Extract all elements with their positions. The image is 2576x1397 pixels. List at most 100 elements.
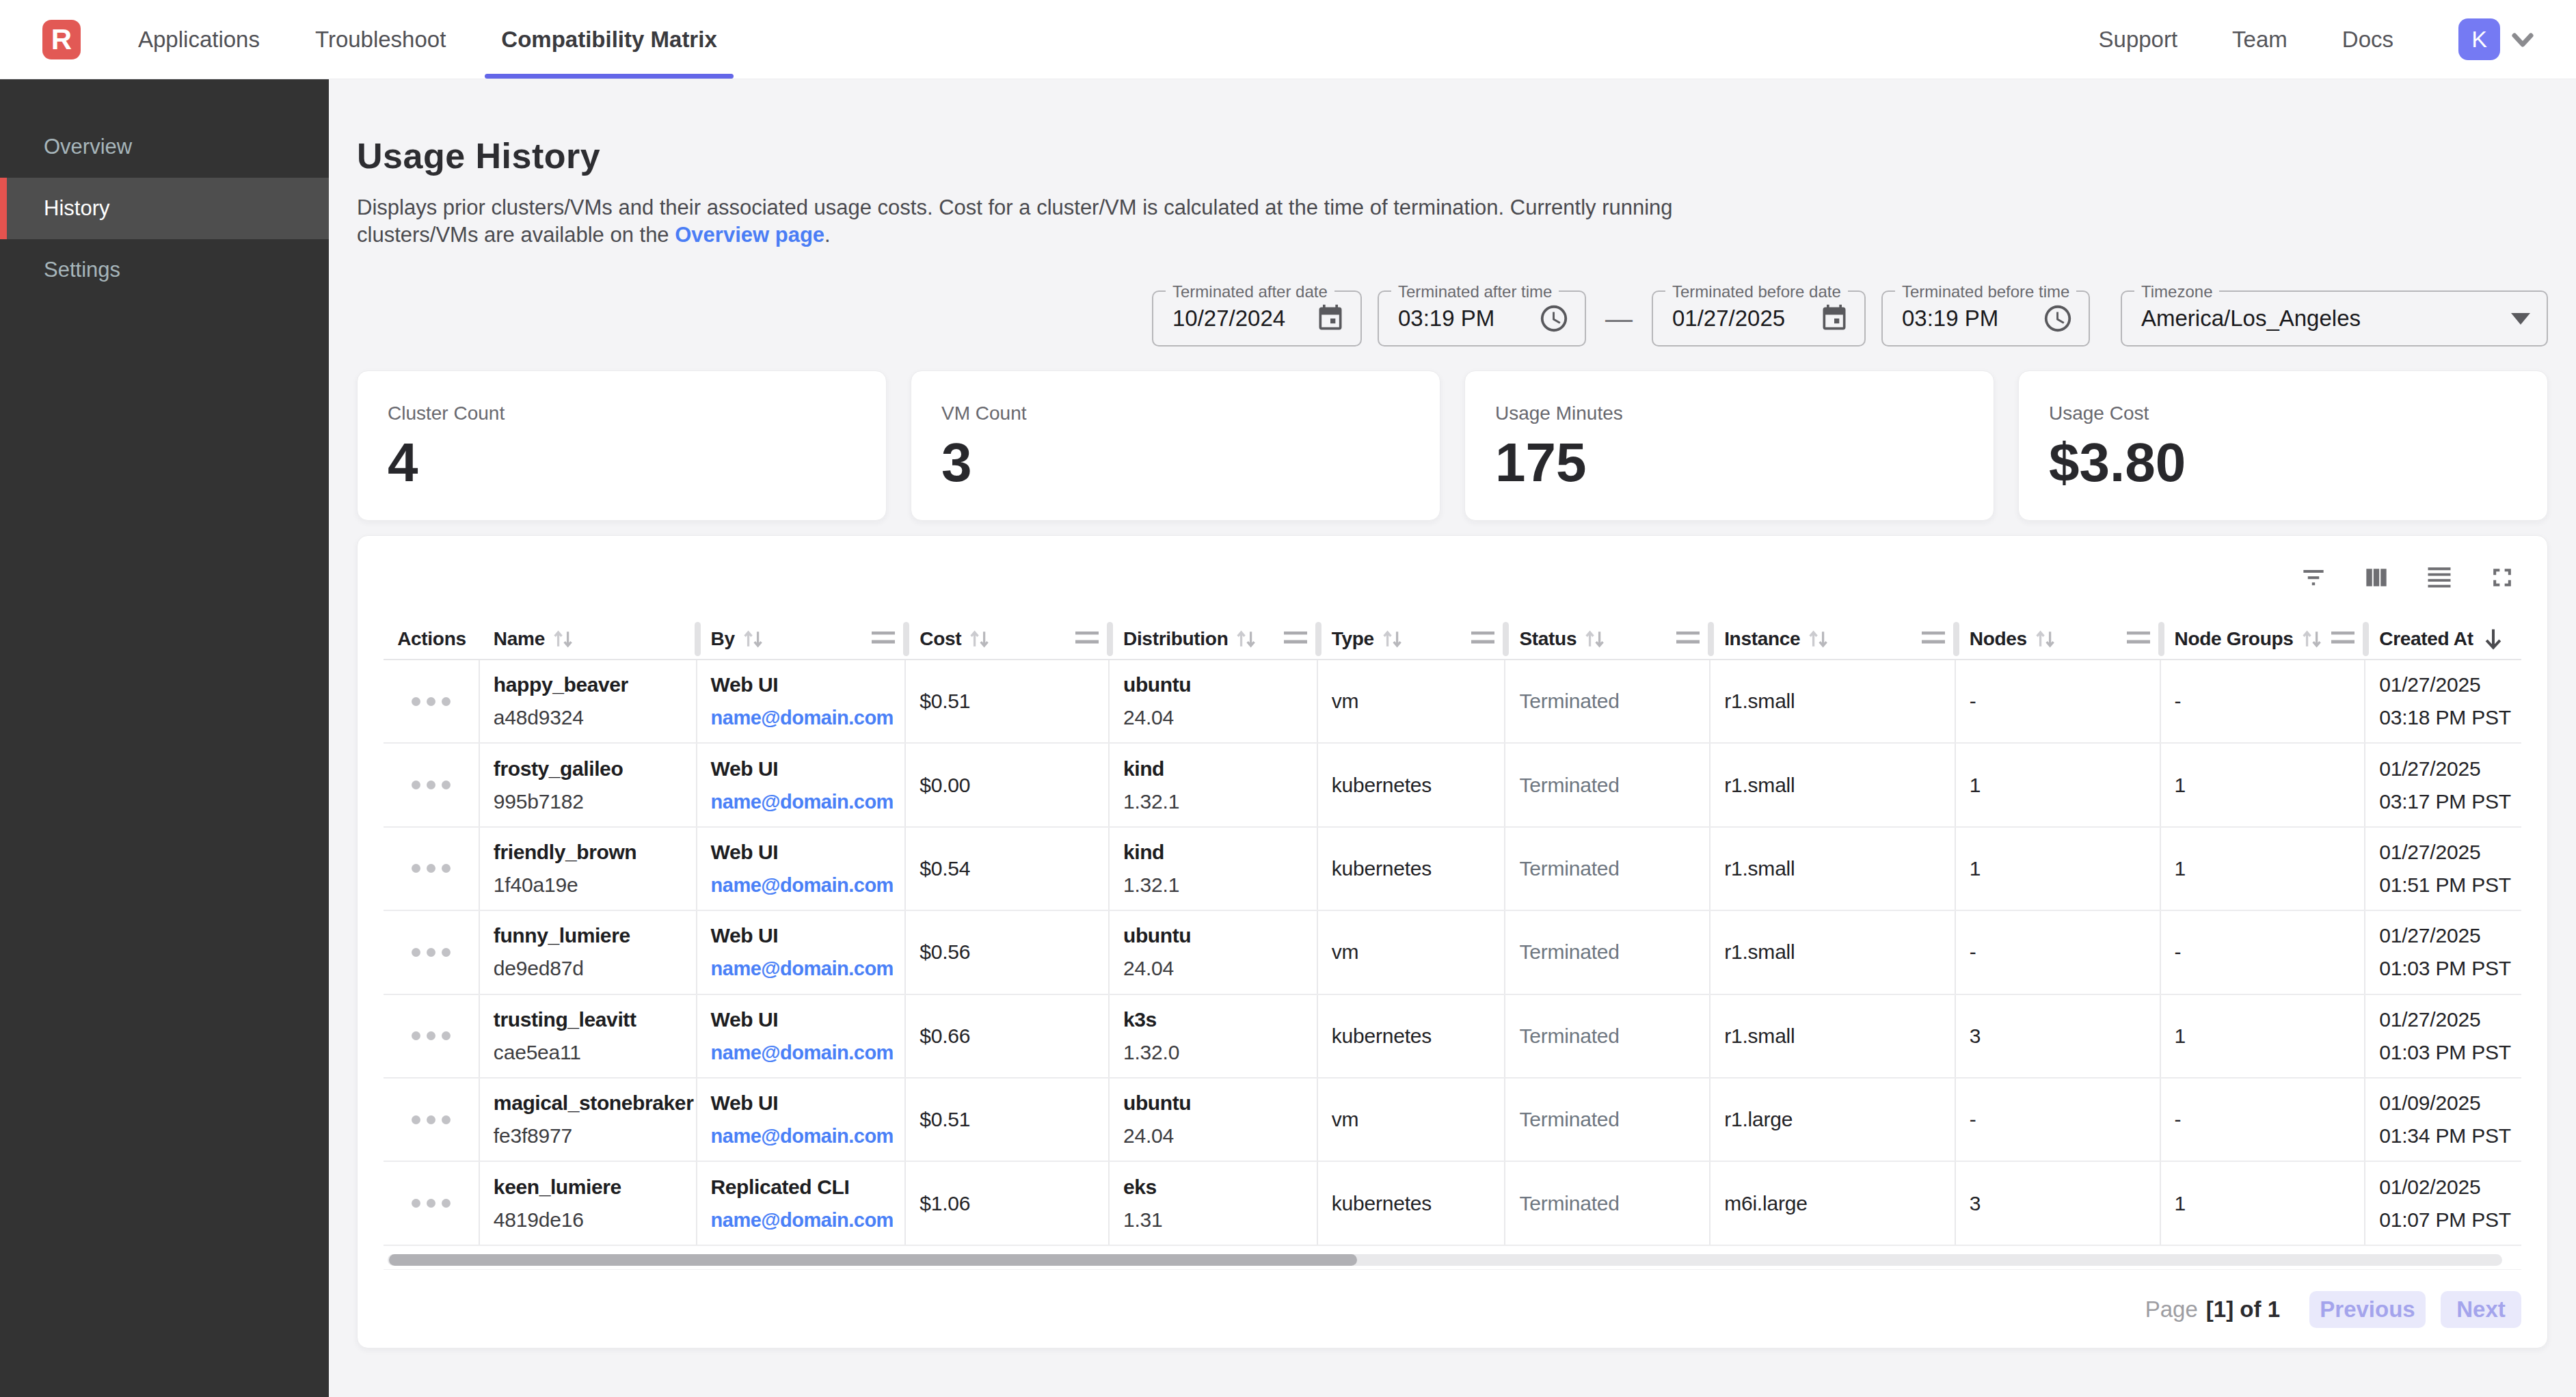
terminated-after-date-field[interactable]: Terminated after date 10/27/2024 xyxy=(1152,290,1362,347)
created-by-email-link[interactable]: name@domain.com xyxy=(711,1120,905,1152)
column-menu-icon[interactable] xyxy=(2331,632,2354,647)
terminated-before-time-value[interactable]: 03:19 PM xyxy=(1883,306,1998,331)
column-separator[interactable] xyxy=(1503,622,1509,656)
filter-icon[interactable] xyxy=(2297,561,2330,594)
sort-icon[interactable] xyxy=(1380,625,1406,653)
terminated-after-time-value[interactable]: 03:19 PM xyxy=(1379,306,1494,331)
terminated-before-date-field[interactable]: Terminated before date 01/27/2025 xyxy=(1652,290,1866,347)
columns-icon[interactable] xyxy=(2360,561,2393,594)
horizontal-scrollbar-track[interactable] xyxy=(388,1254,2502,1266)
terminated-after-date-value[interactable]: 10/27/2024 xyxy=(1153,306,1285,331)
cluster-id: 4819de16 xyxy=(494,1204,696,1236)
column-header-cost[interactable]: Cost xyxy=(906,619,1110,659)
calendar-icon[interactable] xyxy=(1819,303,1849,334)
row-actions-menu-icon[interactable] xyxy=(412,781,451,789)
column-separator[interactable] xyxy=(1708,622,1714,656)
clock-icon[interactable] xyxy=(1538,303,1570,334)
column-header-instance[interactable]: Instance xyxy=(1710,619,1956,659)
column-separator[interactable] xyxy=(695,622,701,656)
sort-icon[interactable] xyxy=(2032,625,2058,653)
column-header-distribution[interactable]: Distribution xyxy=(1110,619,1318,659)
fullscreen-icon[interactable] xyxy=(2486,561,2519,594)
column-header-by[interactable]: By xyxy=(697,619,907,659)
timezone-label: Timezone xyxy=(2134,282,2219,301)
sidebar-item-settings[interactable]: Settings xyxy=(0,239,329,301)
nav-link-team[interactable]: Team xyxy=(2232,27,2287,53)
sort-icon[interactable] xyxy=(1582,625,1608,653)
created-by-email-link[interactable]: name@domain.com xyxy=(711,785,905,818)
nav-tab-troubleshoot[interactable]: Troubleshoot xyxy=(299,0,462,79)
sort-icon[interactable] xyxy=(967,625,993,653)
cell-status: Terminated xyxy=(1505,995,1710,1077)
column-header-actions[interactable]: Actions xyxy=(384,619,480,659)
chevron-down-icon[interactable] xyxy=(2509,26,2536,53)
sort-icon[interactable] xyxy=(1806,625,1832,653)
column-header-label: Cost xyxy=(920,628,961,650)
created-by-email-link[interactable]: name@domain.com xyxy=(711,701,905,734)
column-menu-icon[interactable] xyxy=(1922,632,1945,647)
column-separator[interactable] xyxy=(1953,622,1959,656)
nav-tab-compatibility-matrix[interactable]: Compatibility Matrix xyxy=(485,0,733,79)
row-actions-menu-icon[interactable] xyxy=(412,864,451,873)
timezone-value[interactable]: America/Los_Angeles xyxy=(2122,306,2361,331)
terminated-before-time-field[interactable]: Terminated before time 03:19 PM xyxy=(1881,290,2090,347)
column-menu-icon[interactable] xyxy=(872,632,895,647)
row-actions-menu-icon[interactable] xyxy=(412,697,451,706)
created-by-email-link[interactable]: name@domain.com xyxy=(711,869,905,901)
column-header-name[interactable]: Name xyxy=(480,619,697,659)
nav-link-docs[interactable]: Docs xyxy=(2342,27,2393,53)
row-actions-menu-icon[interactable] xyxy=(412,1115,451,1124)
column-header-nodes[interactable]: Nodes xyxy=(1956,619,2161,659)
sort-icon[interactable] xyxy=(2299,625,2325,653)
created-by-email-link[interactable]: name@domain.com xyxy=(711,1204,905,1236)
created-by-email-link[interactable]: name@domain.com xyxy=(711,1036,905,1069)
density-icon[interactable] xyxy=(2423,561,2456,594)
column-menu-icon[interactable] xyxy=(1676,632,1700,647)
column-header-type[interactable]: Type xyxy=(1318,619,1506,659)
row-actions-menu-icon[interactable] xyxy=(412,1031,451,1040)
column-header-status[interactable]: Status xyxy=(1505,619,1710,659)
row-actions-menu-icon[interactable] xyxy=(412,948,451,957)
previous-page-button[interactable]: Previous xyxy=(2309,1291,2426,1328)
column-menu-icon[interactable] xyxy=(1075,632,1099,647)
column-menu-icon[interactable] xyxy=(1284,632,1307,647)
replicated-logo[interactable]: R xyxy=(42,20,81,59)
timezone-select[interactable]: Timezone America/Los_Angeles xyxy=(2121,290,2548,347)
row-actions-menu-icon[interactable] xyxy=(412,1199,451,1208)
avatar[interactable]: K xyxy=(2458,18,2500,60)
sort-desc-icon[interactable] xyxy=(2482,627,2505,651)
next-page-button[interactable]: Next xyxy=(2441,1291,2521,1328)
clock-icon[interactable] xyxy=(2042,303,2074,334)
column-separator[interactable] xyxy=(2363,622,2369,656)
column-separator[interactable] xyxy=(2158,622,2164,656)
cell-cost: $0.51 xyxy=(906,660,1110,742)
horizontal-scrollbar-thumb[interactable] xyxy=(389,1254,1357,1266)
calendar-icon[interactable] xyxy=(1315,303,1345,334)
select-caret-icon[interactable] xyxy=(2511,313,2530,325)
cell-cost: $0.51 xyxy=(906,1079,1110,1161)
column-separator[interactable] xyxy=(1315,622,1321,656)
distribution-version: 1.32.1 xyxy=(1123,869,1317,901)
column-header-node-groups[interactable]: Node Groups xyxy=(2161,619,2366,659)
nav-tab-applications[interactable]: Applications xyxy=(122,0,276,79)
nav-link-support[interactable]: Support xyxy=(2099,27,2178,53)
cell-value-status: Terminated xyxy=(1519,688,1709,715)
column-menu-icon[interactable] xyxy=(1471,632,1494,647)
column-menu-icon[interactable] xyxy=(2127,632,2150,647)
column-separator[interactable] xyxy=(903,622,909,656)
sort-icon[interactable] xyxy=(740,625,766,653)
column-header-created-at[interactable]: Created At xyxy=(2365,619,2521,659)
column-separator[interactable] xyxy=(1107,622,1113,656)
terminated-after-time-field[interactable]: Terminated after time 03:19 PM xyxy=(1378,290,1586,347)
page-label: Page xyxy=(2145,1297,2198,1323)
sidebar-item-history[interactable]: History xyxy=(0,178,329,239)
column-header-label: Type xyxy=(1332,628,1374,650)
cell-name: trusting_leavittcae5ea11 xyxy=(480,995,697,1077)
sort-icon[interactable] xyxy=(1233,625,1259,653)
cell-value-instance: r1.small xyxy=(1724,855,1955,882)
overview-page-link[interactable]: Overview page xyxy=(675,223,824,247)
sort-icon[interactable] xyxy=(550,625,576,653)
terminated-before-date-value[interactable]: 01/27/2025 xyxy=(1653,306,1785,331)
sidebar-item-overview[interactable]: Overview xyxy=(0,116,329,178)
created-by-email-link[interactable]: name@domain.com xyxy=(711,952,905,985)
